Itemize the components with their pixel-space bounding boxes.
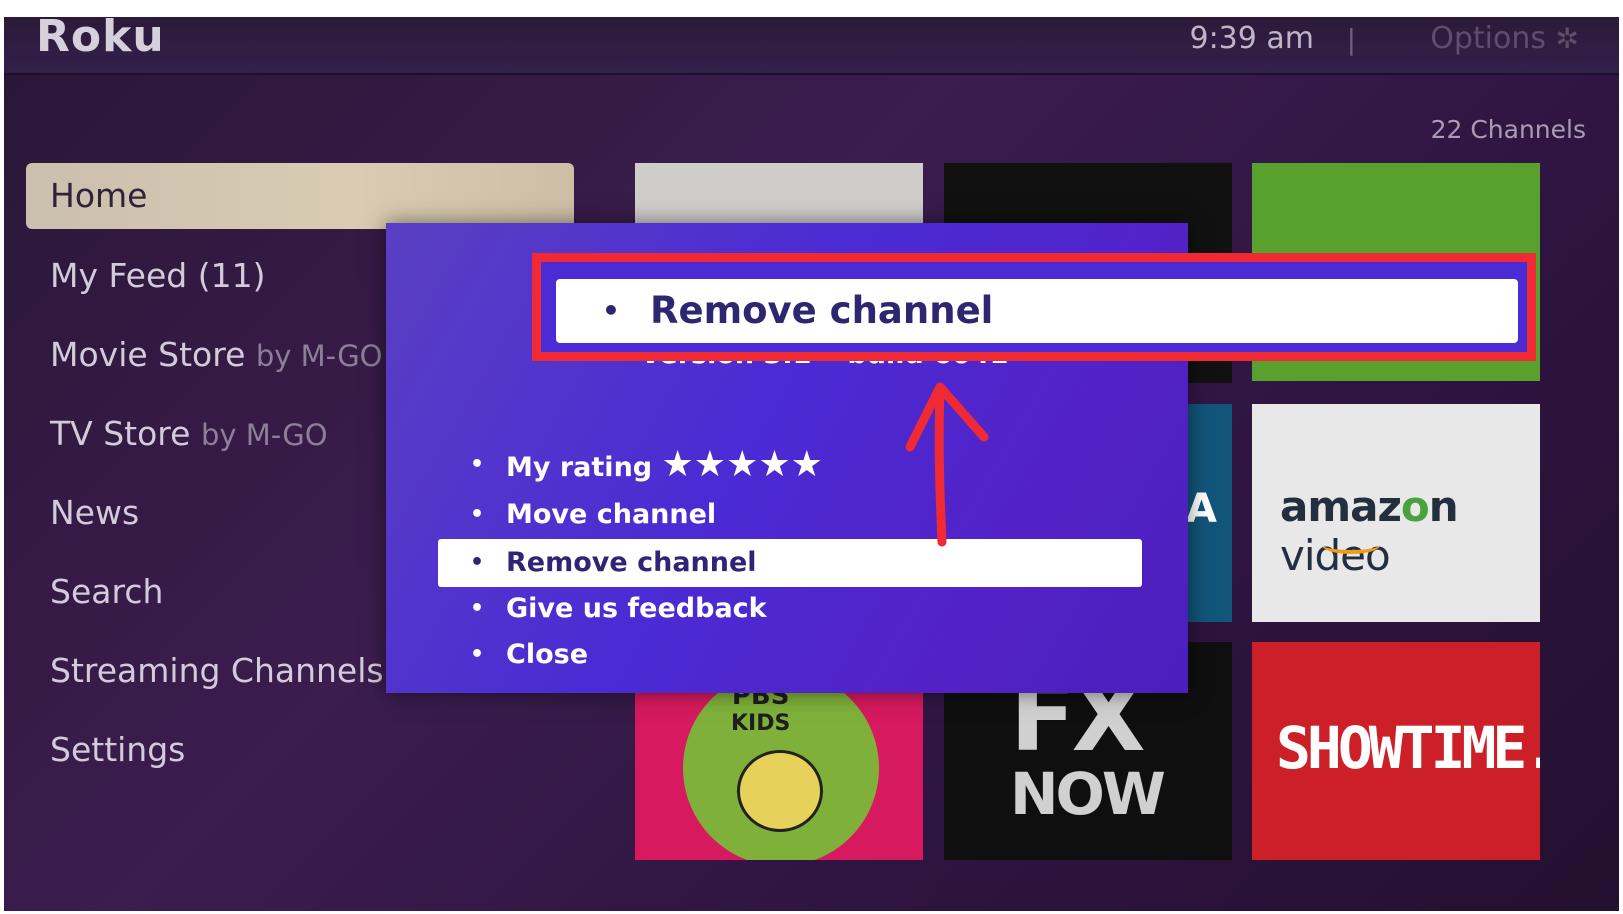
sidebar-item-label: Streaming Channels	[50, 651, 384, 690]
sidebar-item-sublabel: by M-GO	[255, 339, 383, 373]
header-divider: |	[1346, 23, 1356, 56]
sidebar-item-label: News	[50, 493, 140, 532]
top-bar: Roku 9:39 am | Options ✲	[4, 17, 1619, 75]
menu-item-close[interactable]: • Close	[438, 631, 1142, 679]
sidebar-item-home[interactable]: Home	[26, 163, 574, 229]
callout-label: Remove channel	[650, 289, 994, 332]
asterisk-icon: ✲	[1555, 22, 1579, 55]
bullet: •	[470, 550, 485, 575]
channel-count: 22 Channels	[1430, 115, 1586, 144]
remove-channel-callout: • Remove channel	[556, 279, 1518, 343]
options-button[interactable]: Options ✲	[1430, 21, 1579, 56]
clock: 9:39 am	[1189, 21, 1314, 56]
menu-item-my-rating[interactable]: • My rating ★★★★★	[438, 441, 1142, 489]
sidebar-item-label: Search	[50, 572, 164, 611]
now-logo: NOW	[1010, 760, 1166, 828]
sidebar-item-label: TV Store	[50, 414, 191, 453]
sidebar-item-sublabel: by M-GO	[200, 418, 328, 452]
menu-item-give-feedback[interactable]: • Give us feedback	[438, 585, 1142, 633]
menu-item-label: Move channel	[506, 499, 717, 530]
rating-stars: ★★★★★	[661, 444, 823, 485]
menu-item-move-channel[interactable]: • Move channel	[438, 491, 1142, 539]
menu-item-label: Close	[506, 639, 589, 670]
roku-logo: Roku	[36, 17, 165, 62]
sidebar-item-settings[interactable]: Settings	[26, 717, 574, 783]
bullet: •	[470, 452, 485, 477]
channel-tile-amazon-video[interactable]: amazon video	[1252, 404, 1540, 622]
sidebar-item-label: My Feed (11)	[50, 256, 266, 295]
bullet: •	[470, 502, 485, 527]
menu-item-label: My rating	[506, 452, 653, 483]
menu-item-label: Remove channel	[506, 547, 757, 578]
pbs-kids-face-icon	[737, 750, 823, 832]
bullet: •	[602, 294, 620, 327]
options-label: Options	[1430, 21, 1546, 56]
showtime-logo: SHOWTIME.	[1276, 714, 1540, 782]
amazon-smile-icon	[1322, 536, 1380, 554]
menu-item-remove-channel[interactable]: • Remove channel	[438, 539, 1142, 587]
channel-tile-label: A	[1186, 486, 1217, 532]
sidebar-item-label: Movie Store	[50, 335, 246, 374]
amazon-video-logo: amazon video	[1280, 482, 1459, 580]
channel-tile-showtime[interactable]: SHOWTIME.	[1252, 642, 1540, 860]
roku-home-screen: Roku 9:39 am | Options ✲ 22 Channels Hom…	[4, 17, 1619, 911]
sidebar-item-label: Settings	[50, 730, 186, 769]
bullet: •	[470, 642, 485, 667]
sidebar-item-label: Home	[50, 176, 148, 215]
menu-item-label: Give us feedback	[506, 593, 767, 624]
bullet: •	[470, 596, 485, 621]
up-arrow-icon	[905, 382, 989, 547]
